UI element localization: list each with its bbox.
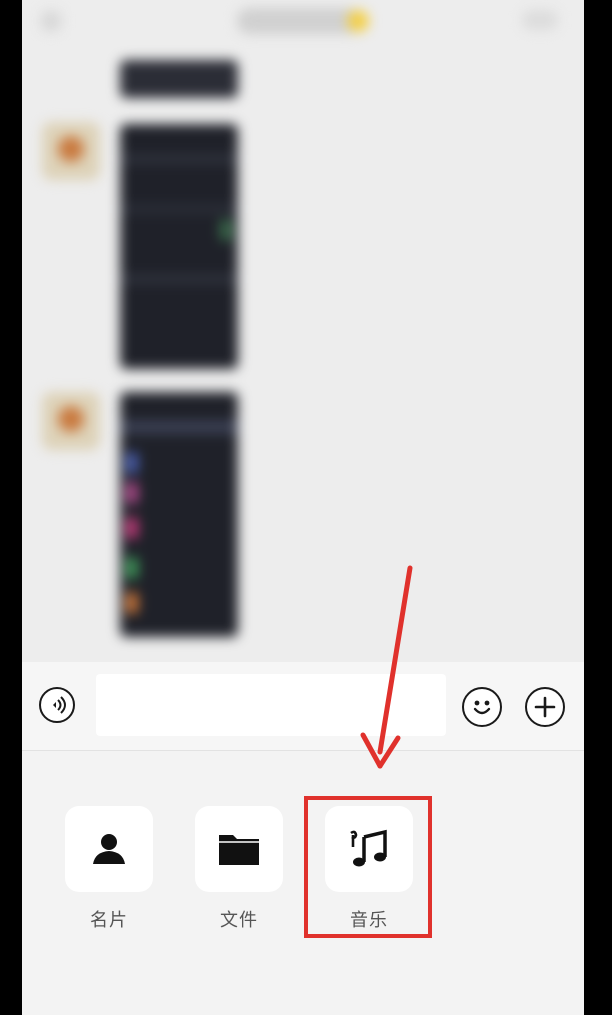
message-input[interactable] (96, 674, 446, 736)
file-action[interactable]: 文件 (194, 806, 284, 932)
image-message[interactable] (120, 124, 238, 369)
contact-card-icon (93, 834, 125, 864)
nav-bar (22, 0, 584, 44)
avatar[interactable] (42, 122, 100, 180)
title-emoji-icon (347, 10, 369, 32)
emoji-icon (473, 700, 491, 715)
chat-message[interactable] (120, 60, 238, 98)
annotation-highlight-box (304, 796, 432, 938)
contact-card-label: 名片 (90, 910, 128, 931)
chat-history (22, 0, 584, 660)
phone-screen: 名片 文件 音乐 (22, 0, 584, 1015)
contact-card-tile[interactable] (65, 806, 153, 892)
input-bar (22, 662, 584, 750)
action-panel: 名片 文件 音乐 (22, 750, 584, 1015)
voice-button[interactable] (39, 687, 75, 723)
contact-card-action[interactable]: 名片 (64, 806, 154, 932)
back-icon[interactable] (40, 10, 62, 32)
emoji-button[interactable] (462, 687, 502, 727)
chat-title (237, 8, 362, 34)
file-label: 文件 (220, 910, 258, 931)
plus-circle-icon (534, 696, 556, 718)
add-button[interactable] (525, 687, 565, 727)
voice-icon (53, 696, 66, 714)
image-message[interactable] (120, 392, 238, 637)
folder-icon (219, 835, 259, 865)
more-icon[interactable] (522, 10, 558, 30)
avatar[interactable] (42, 392, 100, 450)
file-tile[interactable] (195, 806, 283, 892)
